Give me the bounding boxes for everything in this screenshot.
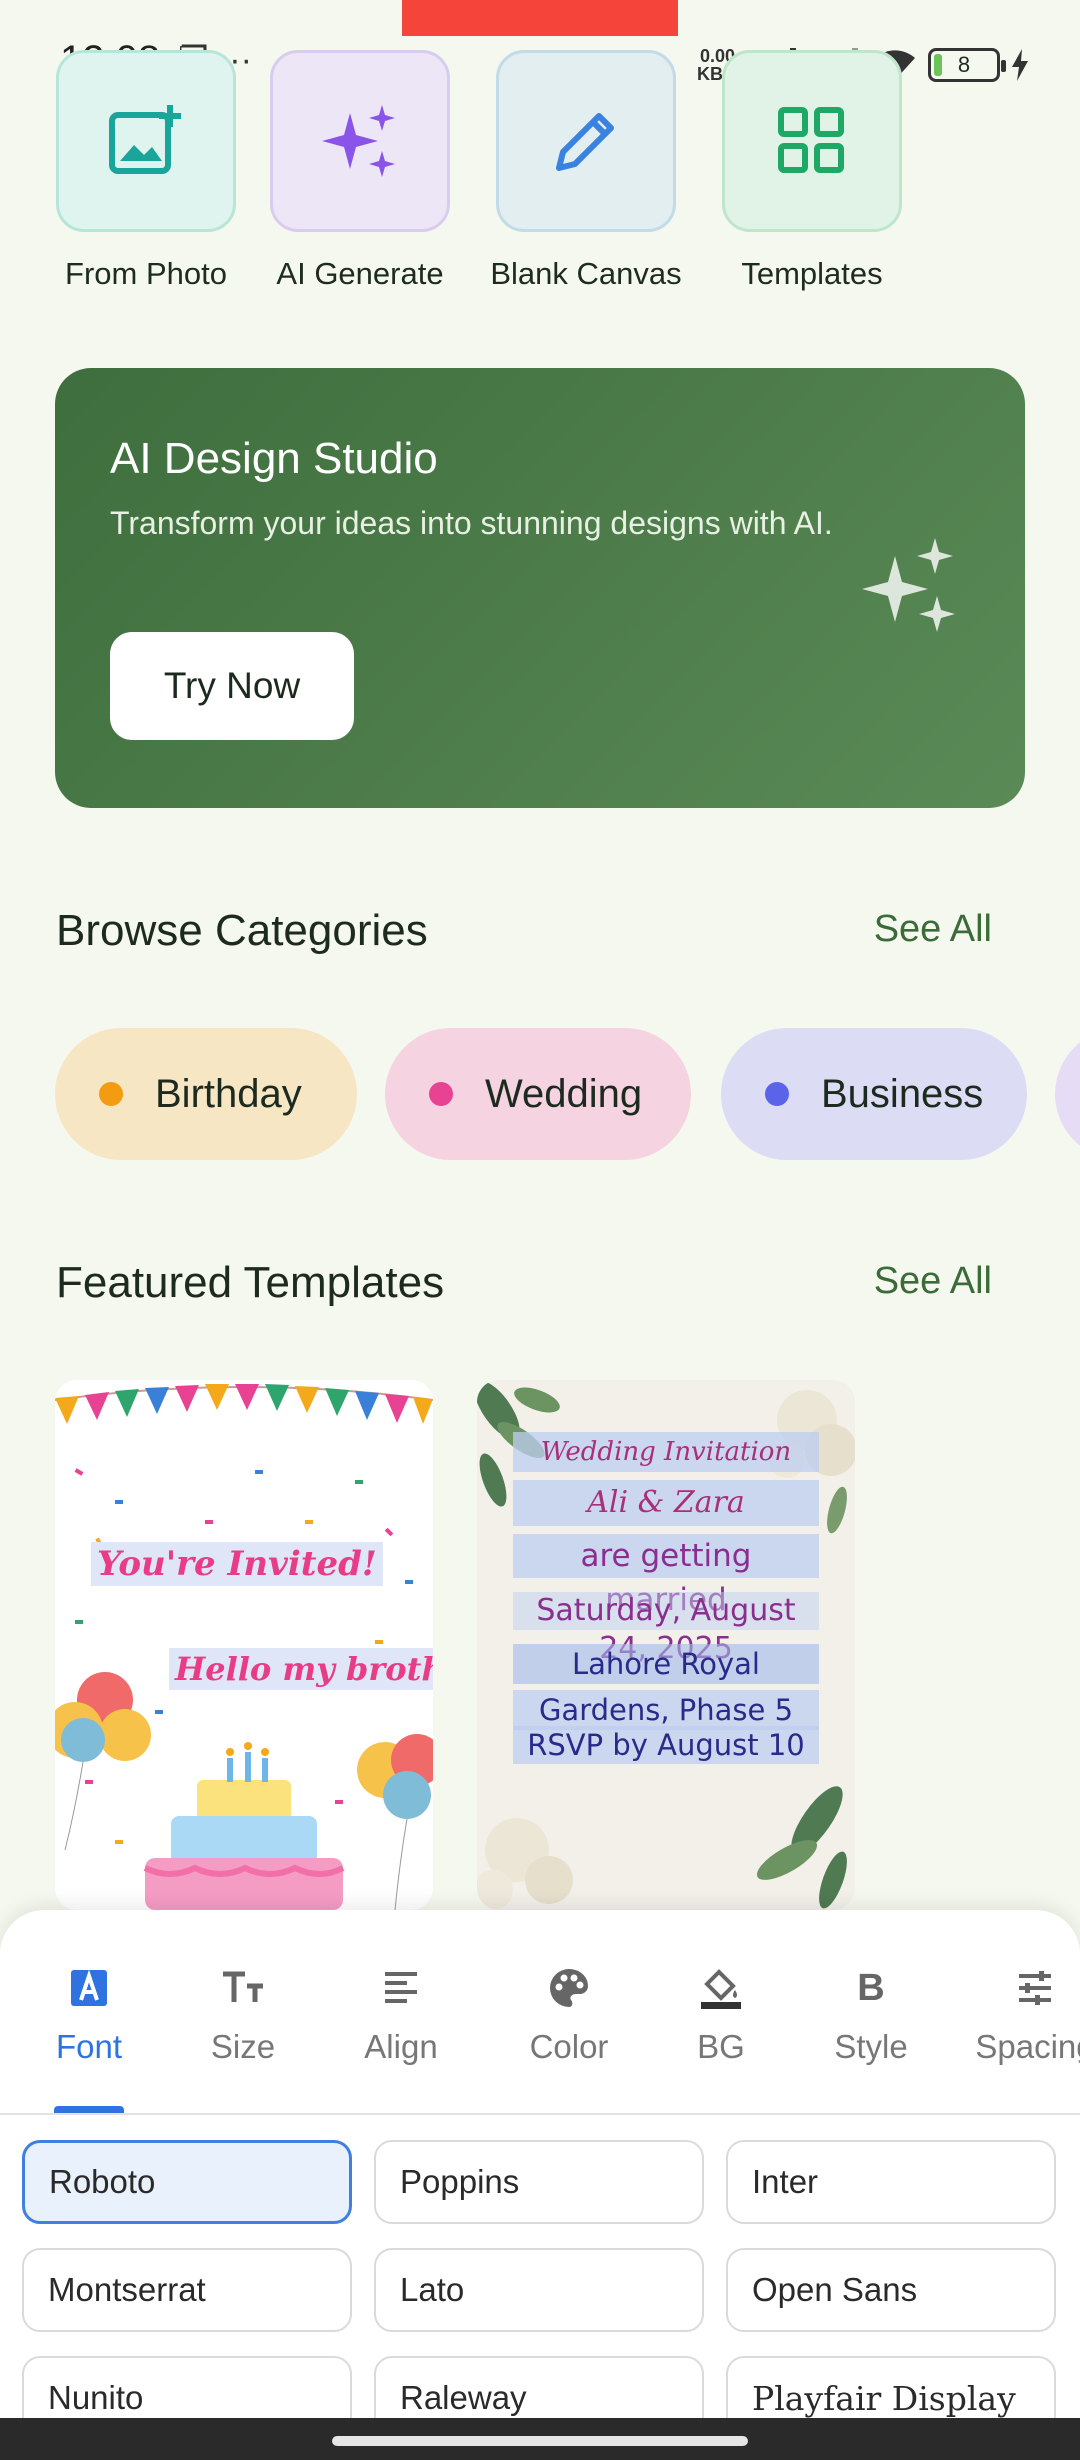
text-size-icon [223, 1971, 263, 2002]
confetti-decoration [55, 1468, 433, 1910]
font-option-inter[interactable]: Inter [726, 2140, 1056, 2224]
wedding-rsvp: RSVP by August 10 [513, 1726, 819, 1764]
paint-bucket-icon [701, 1969, 741, 2009]
align-icon [385, 1972, 417, 2003]
ai-generate-button[interactable]: AI Generate [270, 50, 450, 292]
ai-generate-label: AI Generate [276, 256, 444, 291]
browse-categories-title: Browse Categories [56, 906, 428, 955]
chip-dot [99, 1082, 123, 1106]
templates-label: Templates [741, 256, 883, 291]
tab-color[interactable]: Color [494, 1960, 644, 2066]
wedding-venue-2: Gardens, Phase 5 [513, 1690, 819, 1730]
featured-see-all-link[interactable]: See All [874, 1260, 992, 1303]
sparkles-icon [862, 538, 955, 632]
featured-templates-row: You're Invited! Hello my brother Wedding… [55, 1380, 1055, 1910]
style-tabs: Font Size Align Color BG B Style Spacin [0, 1960, 1080, 2090]
banner-title: AI Design Studio [110, 434, 438, 483]
category-chips: Birthday Wedding Business [55, 1028, 1080, 1160]
birthday-template-card[interactable]: You're Invited! Hello my brother [55, 1380, 433, 1910]
try-now-button[interactable]: Try Now [110, 632, 354, 740]
font-option-poppins[interactable]: Poppins [374, 2140, 704, 2224]
font-option-roboto[interactable]: Roboto [22, 2140, 352, 2224]
from-photo-label: From Photo [65, 256, 227, 291]
blank-canvas-button[interactable]: Blank Canvas [490, 50, 682, 292]
blank-canvas-label: Blank Canvas [490, 256, 682, 291]
wedding-line-1: are getting [513, 1534, 819, 1578]
category-chip-wedding[interactable]: Wedding [385, 1028, 691, 1160]
tab-size[interactable]: Size [168, 1960, 318, 2066]
wedding-venue: Lahore Royal [513, 1644, 819, 1684]
couple-names: Ali & Zara [513, 1480, 819, 1526]
from-photo-button[interactable]: From Photo [56, 50, 236, 292]
chip-dot [429, 1082, 453, 1106]
wedding-template-card[interactable]: Wedding Invitation Ali & Zara are gettin… [477, 1380, 855, 1910]
add-photo-icon [109, 105, 181, 174]
quick-actions: From Photo AI Generate Blank Canvas Temp… [56, 50, 956, 300]
tab-align[interactable]: Align [326, 1960, 476, 2066]
wedding-date: Saturday, August [513, 1592, 819, 1630]
grid-icon [778, 107, 844, 173]
status-notch [402, 0, 678, 36]
tune-icon [1019, 1971, 1051, 2005]
text-style-sheet: Font Size Align Color BG B Style Spacin … [0, 1910, 1080, 2460]
invite-message: Hello my brother [169, 1648, 433, 1690]
wedding-title: Wedding Invitation [513, 1432, 819, 1472]
category-chip-business[interactable]: Business [721, 1028, 1027, 1160]
categories-see-all-link[interactable]: See All [874, 908, 992, 951]
sparkles-icon [322, 105, 395, 177]
featured-templates-title: Featured Templates [56, 1258, 445, 1307]
category-chip-birthday[interactable]: Birthday [55, 1028, 357, 1160]
tab-font[interactable]: Font [14, 1960, 164, 2066]
tab-spacing[interactable]: Spacing [960, 1960, 1080, 2066]
palette-icon [550, 1969, 588, 2007]
ai-design-studio-banner: AI Design Studio Transform your ideas in… [55, 368, 1025, 808]
home-indicator[interactable] [332, 2436, 748, 2446]
tab-divider [0, 2113, 1080, 2115]
tab-bg[interactable]: BG [646, 1960, 796, 2066]
charging-icon [1012, 49, 1028, 81]
category-chip-more[interactable] [1055, 1028, 1080, 1160]
font-option-open-sans[interactable]: Open Sans [726, 2248, 1056, 2332]
chip-dot [765, 1082, 789, 1106]
pencil-icon [556, 113, 614, 171]
templates-button[interactable]: Templates [722, 50, 902, 292]
font-icon [71, 1969, 107, 2006]
banner-subtitle: Transform your ideas into stunning desig… [110, 505, 833, 541]
font-option-montserrat[interactable]: Montserrat [22, 2248, 352, 2332]
tab-style[interactable]: B Style [796, 1960, 946, 2066]
invite-headline: You're Invited! [91, 1542, 383, 1586]
font-option-lato[interactable]: Lato [374, 2248, 704, 2332]
bold-icon: B [857, 1966, 885, 2009]
